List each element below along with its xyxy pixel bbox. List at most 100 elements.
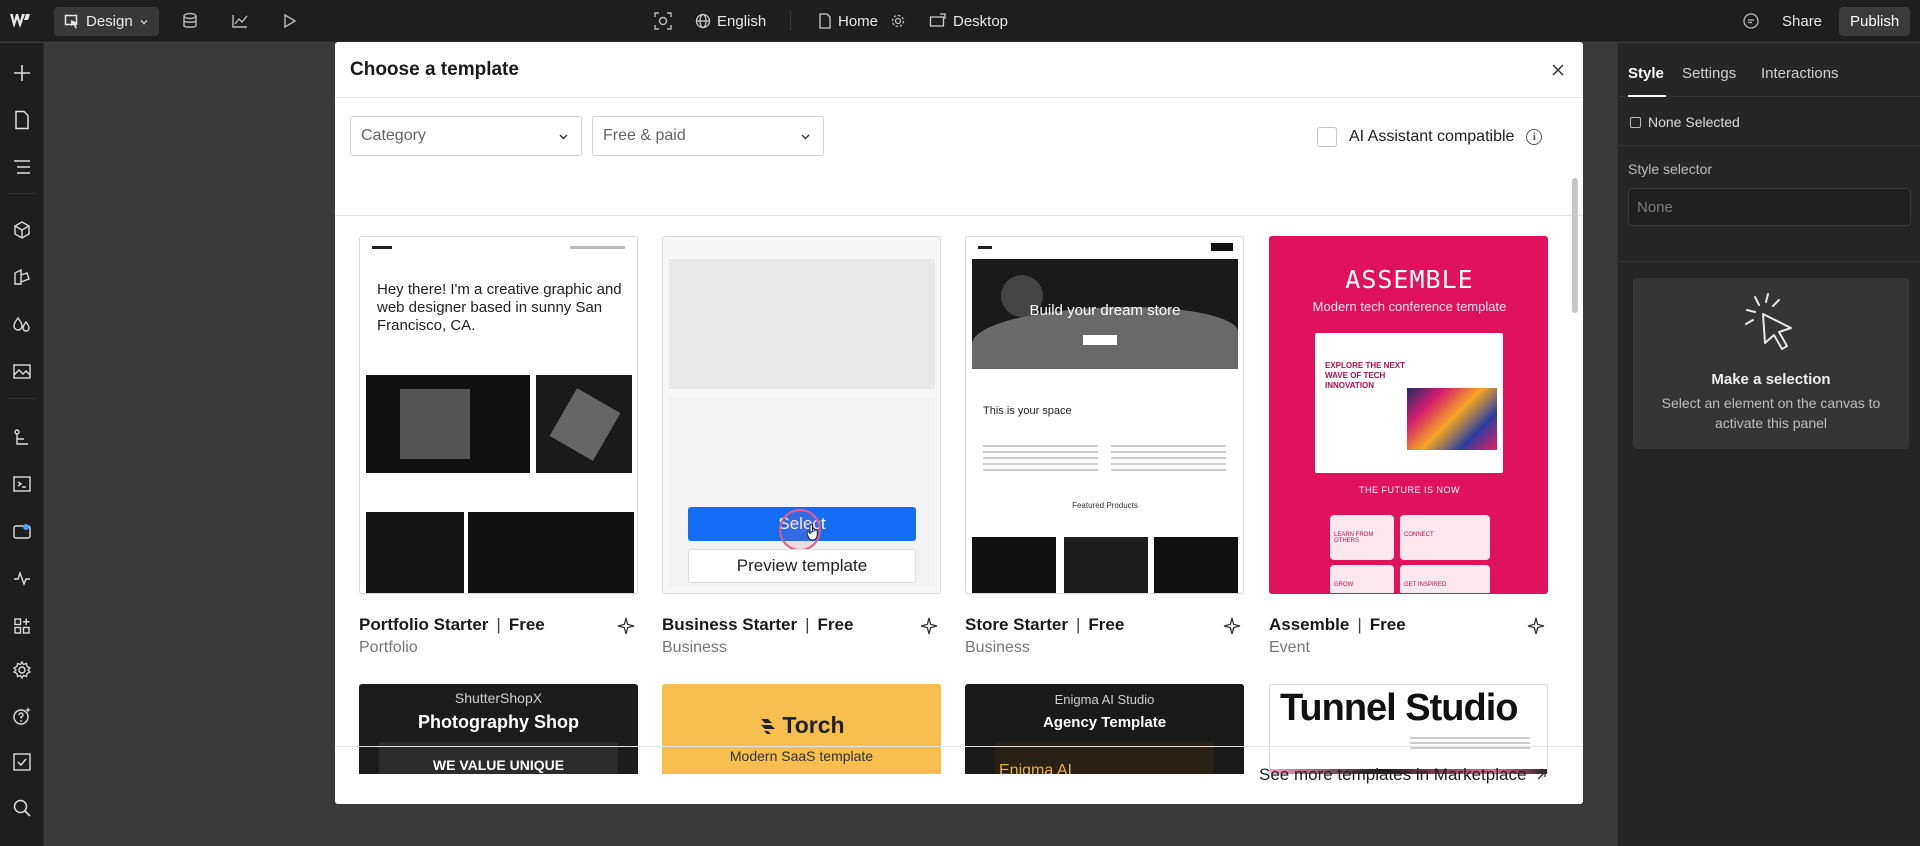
- apps-grid-icon[interactable]: [10, 614, 34, 638]
- cursor-click-icon: [1745, 293, 1792, 350]
- info-icon[interactable]: i: [1526, 129, 1543, 145]
- ai-sparkle-icon: [617, 617, 635, 635]
- apps-inbox-icon[interactable]: [10, 519, 34, 543]
- chevron-down-icon: [140, 19, 148, 24]
- element-square-icon: [1630, 116, 1641, 128]
- cms-database-icon[interactable]: [178, 10, 202, 32]
- language-label: English: [717, 12, 767, 30]
- preview-template-button[interactable]: Preview template: [688, 549, 916, 583]
- template-picker-modal: Choose a template Category Free & paid A…: [335, 42, 1583, 804]
- search-icon[interactable]: [10, 796, 34, 820]
- ai-sparkle-icon: [920, 617, 938, 635]
- thumbnail-heading: Hey there! I'm a creative graphic and we…: [377, 281, 622, 334]
- template-category: Business: [965, 639, 1030, 656]
- marketplace-link-label: See more templates in Marketplace: [1259, 765, 1527, 784]
- page-file-icon: [819, 13, 831, 29]
- price-select[interactable]: Free & paid: [592, 116, 824, 156]
- tab-style[interactable]: Style: [1628, 65, 1664, 82]
- cursor-select-icon: [64, 14, 78, 28]
- share-button[interactable]: Share: [1772, 7, 1832, 36]
- empty-selection-title: Make a selection: [1711, 371, 1831, 388]
- tab-interactions[interactable]: Interactions: [1761, 65, 1839, 82]
- thumbnail-section: THE FUTURE IS NOW: [1359, 485, 1460, 495]
- panel-tabs: Style Settings Interactions: [1618, 43, 1920, 97]
- template-category: Event: [1269, 639, 1310, 656]
- template-thumbnail[interactable]: Hey there! I'm a creative graphic and we…: [359, 236, 638, 594]
- pages-icon[interactable]: [10, 108, 34, 132]
- empty-selection-desc: Select an element on the canvas to activ…: [1661, 395, 1881, 431]
- activity-pulse-icon[interactable]: [10, 566, 34, 590]
- template-name: Store Starter | Free: [965, 615, 1125, 634]
- focus-capture-icon[interactable]: [651, 10, 675, 32]
- navigator-icon[interactable]: [10, 155, 34, 179]
- template-name: Assemble | Free: [1269, 615, 1406, 634]
- external-arrow-icon: [1537, 770, 1547, 779]
- template-category: Portfolio: [359, 639, 418, 656]
- checklist-icon[interactable]: [10, 750, 34, 774]
- close-icon[interactable]: [1546, 58, 1570, 82]
- assets-image-icon[interactable]: [10, 359, 34, 383]
- design-mode-button[interactable]: Design: [54, 7, 159, 36]
- thumbnail-inner-heading: EXPLORE THE NEXT WAVE OF TECH INNOVATION: [1325, 361, 1406, 390]
- preview-play-icon[interactable]: [278, 10, 302, 32]
- thumbnail-section: Featured Products: [1072, 501, 1138, 510]
- breakpoint-selector[interactable]: Desktop: [929, 0, 1008, 42]
- category-select[interactable]: Category: [350, 116, 582, 156]
- thumbnail-heading: ASSEMBLE: [1345, 265, 1474, 294]
- desktop-breakpoint-icon: [929, 13, 946, 27]
- style-selector-label: Style selector: [1628, 161, 1713, 177]
- breakpoint-label: Desktop: [953, 12, 1009, 30]
- thumbnail-heading: Build your dream store: [1029, 302, 1181, 319]
- template-thumbnail[interactable]: ASSEMBLE Modern tech conference template…: [1269, 236, 1548, 594]
- style-selector-input[interactable]: None: [1628, 188, 1911, 226]
- modal-title: Choose a template: [350, 59, 519, 80]
- chevron-down-icon: [559, 134, 568, 139]
- analytics-chart-icon[interactable]: [228, 10, 252, 32]
- components-cube-icon[interactable]: [10, 218, 34, 242]
- style-selectors-icon[interactable]: [10, 265, 34, 289]
- page-settings-gear-icon[interactable]: [886, 10, 910, 32]
- ai-compatible-filter[interactable]: AI Assistant compatible i: [1317, 127, 1543, 147]
- category-select-value: Category: [361, 127, 426, 144]
- modal-header: Choose a template: [335, 42, 1583, 98]
- top-toolbar: Design English Home Desktop Share Publis…: [0, 0, 1920, 42]
- settings-gear-icon[interactable]: [10, 658, 34, 682]
- modal-footer: See more templates in Marketplace: [335, 746, 1583, 804]
- page-selector[interactable]: Home: [818, 0, 878, 42]
- style-panel: Style Settings Interactions None Selecte…: [1617, 43, 1920, 846]
- code-terminal-icon[interactable]: [10, 472, 34, 496]
- left-toolbar: [0, 43, 44, 846]
- grid-scrollbar[interactable]: [1572, 178, 1578, 313]
- template-category: Business: [662, 639, 727, 656]
- template-thumbnail[interactable]: Build your dream store This is your spac…: [965, 236, 1244, 594]
- publish-button[interactable]: Publish: [1839, 7, 1911, 36]
- logic-flow-icon[interactable]: [10, 426, 34, 450]
- comments-icon[interactable]: [1739, 10, 1763, 32]
- template-grid: Hey there! I'm a creative graphic and we…: [335, 176, 1583, 774]
- selection-indicator: None Selected: [1630, 114, 1740, 130]
- globe-icon: [695, 13, 711, 29]
- template-thumbnail[interactable]: Select Preview template: [662, 236, 941, 594]
- marketplace-link[interactable]: See more templates in Marketplace: [1259, 765, 1547, 785]
- language-selector[interactable]: English: [695, 0, 766, 42]
- ai-compatible-checkbox[interactable]: [1317, 127, 1337, 147]
- none-selected-label: None Selected: [1648, 114, 1740, 130]
- price-select-value: Free & paid: [603, 127, 686, 144]
- template-name: Business Starter | Free: [662, 615, 854, 634]
- webflow-logo-icon[interactable]: [8, 10, 36, 32]
- empty-selection-card: Make a selection Select an element on th…: [1633, 278, 1909, 449]
- ai-compatible-label: AI Assistant compatible: [1349, 128, 1515, 145]
- tab-settings[interactable]: Settings: [1682, 65, 1736, 82]
- ai-sparkle-icon: [1223, 617, 1241, 635]
- template-name: Portfolio Starter | Free: [359, 615, 545, 634]
- ai-sparkle-icon: [1527, 617, 1545, 635]
- add-elements-icon[interactable]: [10, 61, 34, 85]
- hand-pointer-icon: [806, 523, 818, 541]
- chevron-down-icon: [801, 134, 810, 139]
- help-ai-icon[interactable]: [10, 704, 34, 728]
- page-label: Home: [838, 12, 879, 30]
- variables-drops-icon[interactable]: [10, 313, 34, 337]
- thumbnail-subheading: This is your space: [983, 405, 1072, 417]
- thumbnail-subheading: Modern tech conference template: [1312, 299, 1507, 314]
- active-tab-indicator: [1628, 95, 1666, 97]
